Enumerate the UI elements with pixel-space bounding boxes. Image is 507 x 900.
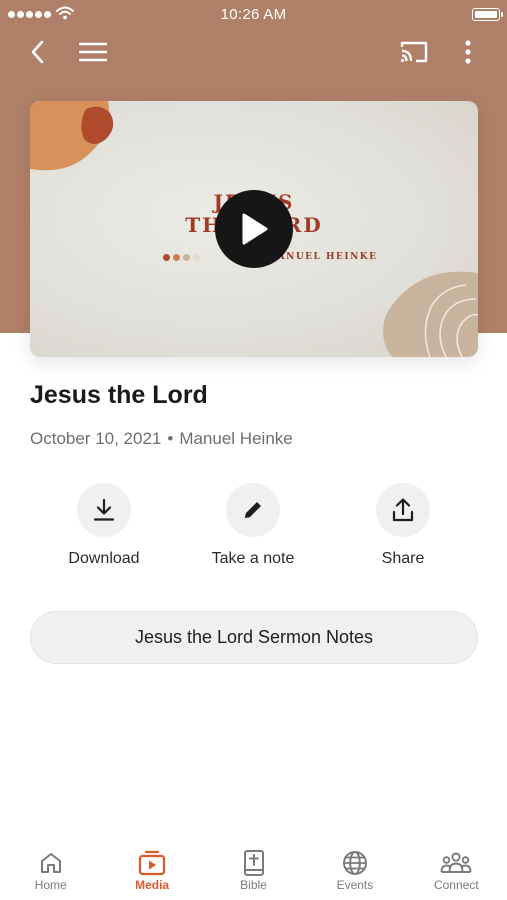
share-icon: [392, 498, 414, 522]
back-button[interactable]: [20, 34, 56, 70]
people-icon: [440, 852, 472, 873]
media-play-icon: [139, 850, 166, 876]
sermon-speaker: Manuel Heinke: [179, 429, 293, 448]
chevron-left-icon: [31, 40, 44, 64]
status-bar: 10:26 AM: [0, 0, 507, 28]
tab-home-label: Home: [34, 878, 67, 892]
download-icon-circle[interactable]: [77, 483, 131, 537]
tab-connect-label: Connect: [433, 878, 479, 892]
pencil-icon: [245, 502, 261, 518]
more-options-button[interactable]: [450, 34, 486, 70]
cast-icon: [400, 41, 428, 63]
download-label: Download: [68, 550, 140, 567]
sermon-date: October 10, 2021: [30, 429, 162, 448]
take-note-icon-circle[interactable]: [226, 483, 280, 537]
status-time: 10:26 AM: [220, 6, 287, 23]
share-icon-circle[interactable]: [376, 483, 430, 537]
sermon-meta: October 10, 2021 • Manuel Heinke: [30, 429, 293, 449]
share-button[interactable]: Share: [328, 483, 478, 568]
tab-bible-label: Bible: [240, 878, 267, 892]
battery-icon: [472, 8, 503, 21]
cast-button[interactable]: [396, 34, 432, 70]
share-label: Share: [381, 550, 425, 567]
top-nav-bar: [0, 30, 507, 74]
play-button[interactable]: [215, 190, 293, 268]
sermon-title: Jesus the Lord: [30, 381, 208, 409]
bible-icon: [243, 850, 264, 876]
globe-icon: [342, 851, 367, 875]
tab-media[interactable]: Media: [101, 832, 202, 900]
meta-separator: •: [167, 429, 174, 448]
download-icon: [93, 498, 115, 521]
thumbnail-color-dots: [163, 254, 200, 261]
tab-bible[interactable]: Bible: [203, 832, 304, 900]
bottom-tab-bar: Home Media Bible Events Connect: [0, 832, 507, 900]
tab-events-label: Events: [336, 878, 374, 892]
tab-connect[interactable]: Connect: [406, 832, 507, 900]
sermon-notes-button[interactable]: Jesus the Lord Sermon Notes: [30, 611, 478, 664]
menu-button[interactable]: [75, 34, 111, 70]
play-icon: [242, 213, 268, 245]
tab-events[interactable]: Events: [304, 832, 405, 900]
download-button[interactable]: Download: [29, 483, 179, 568]
take-note-label: Take a note: [211, 550, 295, 567]
more-vertical-icon: [465, 40, 471, 64]
tab-home[interactable]: Home: [0, 832, 101, 900]
tab-media-label: Media: [135, 878, 170, 892]
video-player[interactable]: JESUS THE LORD WITH MANUEL HEINKE: [30, 101, 478, 357]
hamburger-menu-icon: [79, 42, 107, 62]
home-icon: [40, 853, 61, 873]
take-note-button[interactable]: Take a note: [178, 483, 328, 568]
